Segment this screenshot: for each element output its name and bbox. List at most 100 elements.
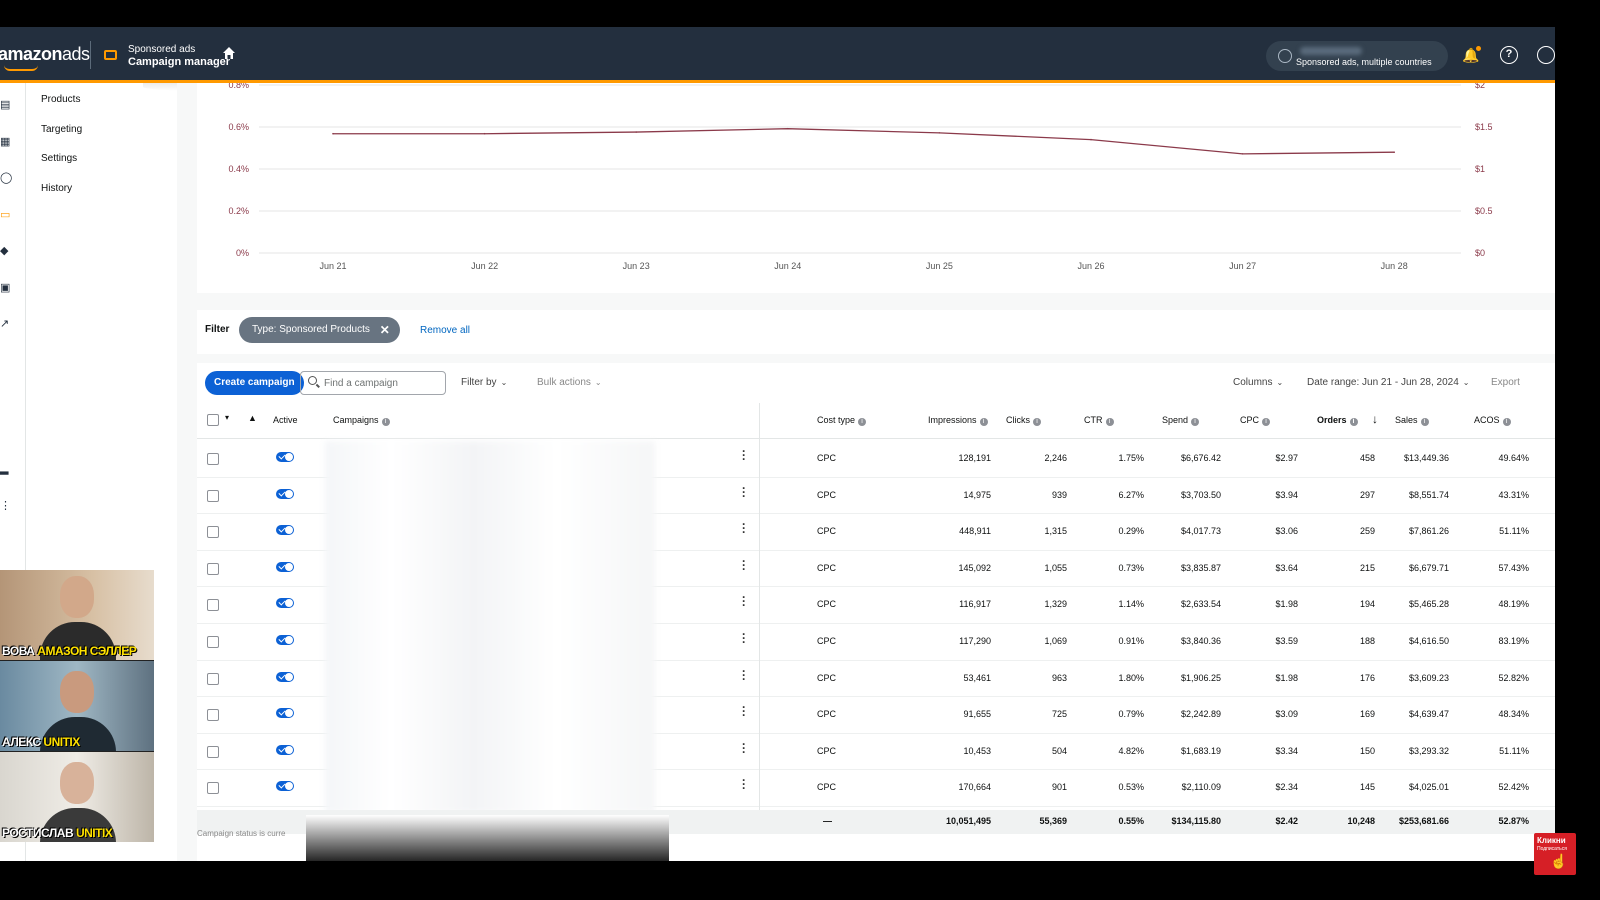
more-actions-icon[interactable]: · · · <box>741 445 747 465</box>
info-icon[interactable]: i <box>979 418 988 426</box>
header-orders[interactable]: Orders i <box>1317 415 1358 426</box>
header-spend-label: Spend <box>1162 415 1189 425</box>
more-actions-icon[interactable]: · · · <box>741 738 747 758</box>
grid-icon[interactable]: ▦ <box>0 136 12 148</box>
header-spend[interactable]: Spend i <box>1162 415 1200 426</box>
help-icon[interactable]: ? <box>1500 46 1518 64</box>
home-icon[interactable] <box>222 46 236 60</box>
monitor-icon[interactable]: ▣ <box>0 282 12 294</box>
active-toggle[interactable] <box>276 744 294 755</box>
active-toggle[interactable] <box>276 708 294 719</box>
header-active[interactable]: Active <box>273 415 298 425</box>
filter-by-dropdown[interactable]: Filter by ⌄ <box>461 377 507 388</box>
info-icon[interactable]: i <box>1033 418 1041 426</box>
sort-descending-icon[interactable]: ↓ <box>1372 412 1378 426</box>
subnav-item-history[interactable]: History <box>41 183 72 194</box>
active-toggle[interactable] <box>276 452 294 462</box>
search-input[interactable]: Find a campaign <box>300 371 446 395</box>
header-campaigns[interactable]: Campaigns i <box>333 415 390 426</box>
active-toggle[interactable] <box>276 598 294 609</box>
row-checkbox[interactable] <box>207 526 219 539</box>
row-checkbox[interactable] <box>207 745 219 758</box>
info-icon[interactable]: i <box>1502 418 1511 426</box>
header-clicks[interactable]: Clicks i <box>1006 415 1041 426</box>
chevron-down-icon[interactable]: ▾ <box>225 413 229 422</box>
subnav-item-targeting[interactable]: Targeting <box>41 124 82 135</box>
row-checkbox[interactable] <box>207 782 219 795</box>
performance-chart: 0% $0 0.2% $0.5 0.4% $1 0.6% $1.5 0.8% $2 Jun 21 Ju… <box>228 83 1492 271</box>
cell-cost-type: CPC <box>817 599 837 610</box>
header-cpc[interactable]: CPC i <box>1240 415 1271 426</box>
bar-chart-icon[interactable]: ▂ <box>0 463 12 475</box>
left-axis-tick-label: 0.8% <box>228 83 249 90</box>
subscribe-line-2: Подписаться <box>1537 846 1567 852</box>
row-checkbox[interactable] <box>207 709 219 722</box>
active-toggle[interactable] <box>276 561 294 572</box>
search-icon <box>308 376 317 385</box>
more-actions-icon[interactable]: · · · <box>741 518 747 538</box>
cell-clicks: 1,329 <box>1044 599 1067 610</box>
active-toggle[interactable] <box>276 671 294 682</box>
filter-chip-type[interactable]: Type: Sponsored Products ✕ <box>239 317 400 343</box>
info-icon[interactable]: i <box>1191 418 1200 426</box>
apps-icon[interactable]: ⋮ <box>0 500 12 512</box>
more-actions-icon[interactable]: · · · <box>741 482 747 502</box>
more-actions-icon[interactable]: · · · <box>741 591 747 611</box>
date-range-label: Date range: Jun 21 - Jun 28, 2024 <box>1307 377 1459 388</box>
more-actions-icon[interactable]: · · · <box>741 628 747 648</box>
campaigns-icon[interactable]: ▭ <box>0 209 12 221</box>
date-range-dropdown[interactable]: Date range: Jun 21 - Jun 28, 2024 ⌄ <box>1307 377 1469 388</box>
row-checkbox[interactable] <box>207 599 219 612</box>
columns-dropdown[interactable]: Columns ⌄ <box>1233 377 1283 388</box>
row-checkbox[interactable] <box>207 672 219 685</box>
left-axis-tick-label: 0.2% <box>228 206 249 216</box>
header-impressions[interactable]: Impressions i <box>928 415 988 426</box>
account-selector[interactable]: Sponsored ads, multiple countries <box>1266 41 1448 71</box>
header-acos[interactable]: ACOS i <box>1474 415 1511 426</box>
row-checkbox[interactable] <box>207 636 219 648</box>
subnav-item-products[interactable]: Products <box>41 94 80 105</box>
user-icon[interactable] <box>1537 46 1555 64</box>
info-icon[interactable]: i <box>1349 418 1358 426</box>
shield-icon[interactable]: ◆ <box>0 245 12 257</box>
header-cost-type-label: Cost type <box>817 415 856 425</box>
active-toggle[interactable] <box>276 488 294 499</box>
close-icon[interactable]: ✕ <box>380 317 390 343</box>
header-cost-type[interactable]: Cost type i <box>817 415 867 426</box>
bulk-actions-dropdown[interactable]: Bulk actions ⌄ <box>537 377 602 388</box>
row-checkbox[interactable] <box>207 489 219 502</box>
info-icon[interactable]: i <box>1262 418 1271 426</box>
export-button[interactable]: Export <box>1491 377 1520 388</box>
more-actions-icon[interactable]: · · · <box>741 665 747 685</box>
briefcase-icon[interactable]: ▤ <box>0 99 12 111</box>
product-title[interactable]: Sponsored ads Campaign manager <box>128 44 230 68</box>
active-toggle[interactable] <box>276 635 294 645</box>
cell-cost-type: CPC <box>817 526 837 537</box>
cell-impressions: 91,655 <box>963 709 991 720</box>
row-checkbox[interactable] <box>207 453 219 465</box>
more-actions-icon[interactable]: · · · <box>741 774 747 794</box>
subscribe-button[interactable]: Кликни Подписаться ☝ <box>1534 833 1576 875</box>
amazon-ads-logo[interactable]: amazonads <box>0 44 90 65</box>
row-checkbox[interactable] <box>207 562 219 575</box>
cell-sales: $7,861.26 <box>1408 526 1449 537</box>
more-actions-icon[interactable]: · · · <box>741 555 747 575</box>
trend-icon[interactable]: ↗ <box>0 318 12 330</box>
active-toggle[interactable] <box>276 525 294 536</box>
header-sales[interactable]: Sales i <box>1395 415 1429 426</box>
cell-spend: $3,835.87 <box>1180 562 1221 573</box>
info-icon[interactable]: i <box>381 418 390 426</box>
subnav-item-settings[interactable]: Settings <box>41 153 77 164</box>
select-all-checkbox[interactable] <box>207 414 219 426</box>
cell-orders: 169 <box>1359 709 1375 720</box>
active-toggle[interactable] <box>276 781 294 792</box>
more-actions-icon[interactable]: · · · <box>741 701 747 721</box>
info-icon[interactable]: i <box>1105 418 1114 426</box>
header-ctr[interactable]: CTR i <box>1084 415 1114 426</box>
cell-cost-type: CPC <box>817 562 837 573</box>
create-campaign-button[interactable]: Create campaign <box>205 371 304 395</box>
info-icon[interactable]: i <box>1420 418 1429 426</box>
info-icon[interactable]: i <box>858 418 867 426</box>
remove-all-link[interactable]: Remove all <box>420 325 470 336</box>
people-icon[interactable]: ◯ <box>0 172 12 184</box>
